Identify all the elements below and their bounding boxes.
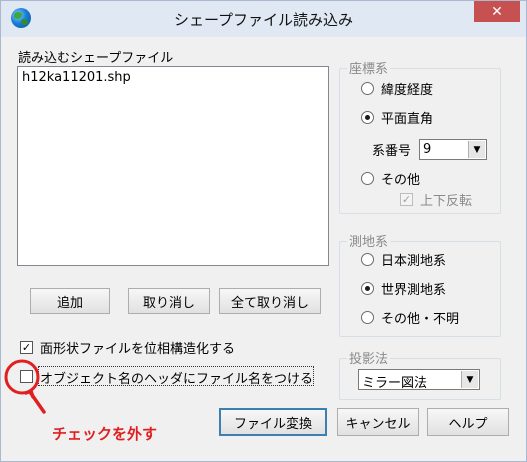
projection-value: ミラー図法 (362, 376, 428, 391)
remove-all-button[interactable]: 全て取り消し (219, 288, 321, 314)
header-filename-label: オブジェクト名のヘッダにファイル名をつける (40, 372, 314, 387)
annotation-circle (4, 359, 40, 395)
annotation-text: チェックを外す (52, 425, 158, 443)
file-list-label: 読み込むシェープファイル (18, 51, 174, 66)
zone-number-value: 9 (423, 142, 432, 157)
file-listbox[interactable]: h12ka11201.shp (17, 66, 329, 266)
flip-vertical-label: 上下反転 (420, 194, 473, 209)
coordinate-system-title: 座標系 (347, 58, 391, 77)
help-button[interactable]: ヘルプ (427, 408, 509, 436)
convert-button[interactable]: ファイル変換 (219, 408, 327, 436)
radio-world-datum[interactable] (361, 282, 374, 295)
radio-latlon-label: 緯度経度 (381, 83, 434, 98)
radio-other-coord[interactable] (361, 172, 374, 185)
radio-unknown-datum[interactable] (361, 311, 374, 324)
radio-unknown-datum-label: その他・不明 (381, 312, 460, 327)
list-item[interactable]: h12ka11201.shp (22, 70, 131, 85)
chevron-down-icon[interactable]: ▼ (461, 371, 478, 388)
topology-label: 面形状ファイルを位相構造化する (40, 342, 236, 357)
add-button[interactable]: 追加 (30, 288, 110, 314)
radio-world-datum-label: 世界測地系 (381, 283, 447, 298)
close-button[interactable]: ✕ (474, 1, 520, 22)
zone-number-label: 系番号 (372, 144, 412, 159)
close-icon: ✕ (491, 3, 503, 20)
radio-plane-rectangular[interactable] (361, 111, 374, 124)
radio-latlon[interactable] (361, 82, 374, 95)
zone-number-select[interactable]: 9 ▼ (419, 139, 487, 160)
window-title: シェープファイル読み込み (173, 11, 354, 29)
radio-plane-rectangular-label: 平面直角 (381, 112, 434, 127)
annotation-overlay (4, 359, 46, 414)
remove-button[interactable]: 取り消し (128, 288, 210, 314)
radio-japan-datum-label: 日本測地系 (381, 254, 447, 269)
topology-checkbox[interactable]: ✓ (20, 341, 33, 354)
datum-title: 測地系 (347, 231, 391, 250)
cancel-button[interactable]: キャンセル (337, 408, 419, 436)
radio-japan-datum[interactable] (361, 253, 374, 266)
radio-other-coord-label: その他 (381, 173, 421, 188)
projection-select[interactable]: ミラー図法 ▼ (358, 369, 480, 391)
projection-title: 投影法 (347, 348, 391, 367)
flip-vertical-checkbox[interactable]: ✓ (400, 193, 413, 206)
chevron-down-icon[interactable]: ▼ (468, 141, 485, 158)
